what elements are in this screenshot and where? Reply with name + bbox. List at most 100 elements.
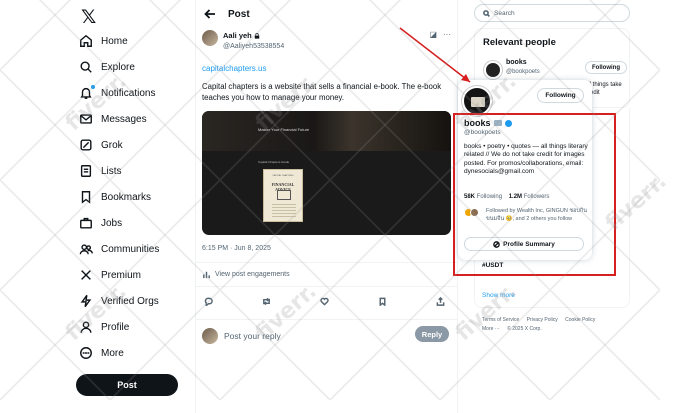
footer-link[interactable]: More ··· xyxy=(482,326,500,332)
tweet-author: Aali yeh @Aaliyeh53538554 ◪ ··· xyxy=(196,28,457,52)
profile-summary-label: Profile Summary xyxy=(503,240,555,248)
hovercard-name-text: books xyxy=(464,118,491,128)
nav-item-label: Profile xyxy=(101,321,130,333)
following-button[interactable]: Following xyxy=(585,61,627,74)
view-engagements-link[interactable]: View post engagements xyxy=(196,263,457,286)
bookmark-icon xyxy=(78,189,94,205)
reply-button[interactable]: Reply xyxy=(415,326,449,342)
hovercard-handle[interactable]: @bookpoets xyxy=(464,129,501,136)
page-title: Post xyxy=(228,8,250,20)
tweet-actions xyxy=(196,286,457,320)
footer-link[interactable]: Cookie Policy xyxy=(565,317,595,323)
repost-icon[interactable] xyxy=(262,293,271,311)
avatar[interactable] xyxy=(202,30,218,46)
follower-avatars xyxy=(464,208,482,218)
bookmark-icon[interactable] xyxy=(378,293,387,311)
grok-icon[interactable]: ◪ xyxy=(429,30,437,39)
footer-link[interactable]: Privacy Policy xyxy=(527,317,558,323)
search-icon xyxy=(78,59,94,75)
nav-item-bookmarks[interactable]: Bookmarks xyxy=(78,184,159,210)
back-arrow-icon[interactable] xyxy=(204,8,216,20)
followed-by[interactable]: Followed by Wealth Inc, GINGUN ชอบกินขนม… xyxy=(464,208,588,223)
author-name-text: Aali yeh xyxy=(223,31,252,40)
author-name[interactable]: Aali yeh xyxy=(223,30,284,41)
verified-badge-icon xyxy=(504,119,512,127)
nav-item-lists[interactable]: Lists xyxy=(78,158,159,184)
show-more-link[interactable]: Show more xyxy=(482,292,515,299)
search-input[interactable]: Search xyxy=(474,4,630,22)
home-icon xyxy=(78,33,94,49)
reply-icon[interactable] xyxy=(204,293,213,311)
hovercard-bio: books • poetry • quotes — all things lit… xyxy=(464,143,588,175)
nav-item-more[interactable]: More xyxy=(78,340,159,366)
media-banner: Master Your Financial Future xyxy=(202,111,451,151)
footer-link[interactable]: Terms of Service xyxy=(482,317,519,323)
followers-count-link[interactable]: 1.2M Followers xyxy=(509,194,550,200)
nav-item-explore[interactable]: Explore xyxy=(78,54,159,80)
trend-item[interactable]: #USDT xyxy=(482,262,503,269)
nav-item-label: Bookmarks xyxy=(101,191,152,203)
post-button[interactable]: Post xyxy=(76,374,178,396)
nav-item-profile[interactable]: Profile xyxy=(78,314,159,340)
nav-item-communities[interactable]: Communities xyxy=(78,236,159,262)
nav-item-label: Premium xyxy=(101,269,142,281)
like-icon[interactable] xyxy=(320,293,329,311)
affiliate-badge-icon xyxy=(493,120,502,126)
author-handle[interactable]: @Aaliyeh53538554 xyxy=(223,41,284,52)
avatar[interactable] xyxy=(484,61,502,79)
nav-item-messages[interactable]: Messages xyxy=(78,106,159,132)
engagements-label: View post engagements xyxy=(215,271,290,278)
nav-item-grok[interactable]: Grok xyxy=(78,132,159,158)
nav-item-notifications[interactable]: Notifications xyxy=(78,80,159,106)
hovercard-name[interactable]: books xyxy=(464,118,512,128)
tweet-timestamp[interactable]: 6:15 PM · Jun 8, 2025 xyxy=(202,245,457,252)
x-logo-icon[interactable]: 𝕏 xyxy=(81,6,96,28)
nav-item-home[interactable]: Home xyxy=(78,28,159,54)
nav-item-jobs[interactable]: Jobs xyxy=(78,210,159,236)
x-logo-icon xyxy=(78,267,94,283)
share-icon[interactable] xyxy=(436,293,445,311)
following-button[interactable]: Following xyxy=(537,88,584,103)
tweet-media-image[interactable]: Master Your Financial Future Capital Cha… xyxy=(202,111,451,235)
reply-composer: Post your reply Reply xyxy=(196,320,457,352)
lock-icon xyxy=(254,32,260,39)
more-options-icon[interactable]: ··· xyxy=(443,30,451,39)
avatar[interactable] xyxy=(202,328,218,344)
hovercard-stats: 58K Following 1.2M Followers xyxy=(464,194,549,200)
reply-input[interactable]: Post your reply xyxy=(224,331,281,341)
followed-by-text: Followed by Wealth Inc, GINGUN ชอบกินขนม… xyxy=(486,208,587,222)
lightning-icon xyxy=(78,293,94,309)
primary-nav: Home Explore Notifications Messages Grok… xyxy=(78,28,159,366)
nav-item-label: Jobs xyxy=(101,217,123,229)
nav-item-label: Communities xyxy=(101,243,160,255)
chart-icon xyxy=(203,271,210,279)
relevant-user-handle[interactable]: @bookpoets xyxy=(506,69,540,75)
avatar[interactable] xyxy=(462,86,492,116)
book-cover: CAPITAL CHAPTERS FINANCIAL ADVICE xyxy=(263,169,303,222)
nav-item-verified-orgs[interactable]: Verified Orgs xyxy=(78,288,159,314)
book-emblem xyxy=(277,190,291,200)
tweet-header-actions: ◪ ··· xyxy=(429,30,451,39)
mail-icon xyxy=(78,111,94,127)
nav-item-label: Home xyxy=(101,35,128,47)
relevant-user-name[interactable]: books xyxy=(506,59,527,66)
more-circle-icon xyxy=(78,345,94,361)
left-sidebar: 𝕏 Home Explore Notifications Messages Gr… xyxy=(0,0,196,413)
book-subtitle: CAPITAL CHAPTERS xyxy=(272,175,294,177)
person-icon xyxy=(78,319,94,335)
grok-icon xyxy=(78,137,94,153)
notification-badge xyxy=(90,84,96,90)
nav-item-label: Grok xyxy=(101,139,123,151)
following-count-link[interactable]: 58K Following xyxy=(464,194,502,200)
page-header: Post xyxy=(196,0,457,28)
search-icon xyxy=(483,9,490,17)
bell-icon xyxy=(78,84,96,101)
nav-item-label: Explore xyxy=(101,61,135,73)
tweet-text: Capital chapters is a website that sells… xyxy=(202,82,442,102)
nav-item-premium[interactable]: Premium xyxy=(78,262,159,288)
tweet-link[interactable]: capitalchapters.us xyxy=(202,64,457,73)
nav-item-label: Notifications xyxy=(101,87,156,99)
footer-links: Terms of Service Privacy Policy Cookie P… xyxy=(482,316,632,334)
profile-summary-button[interactable]: Profile Summary xyxy=(464,237,584,251)
author-info: Aali yeh @Aaliyeh53538554 xyxy=(223,30,284,52)
